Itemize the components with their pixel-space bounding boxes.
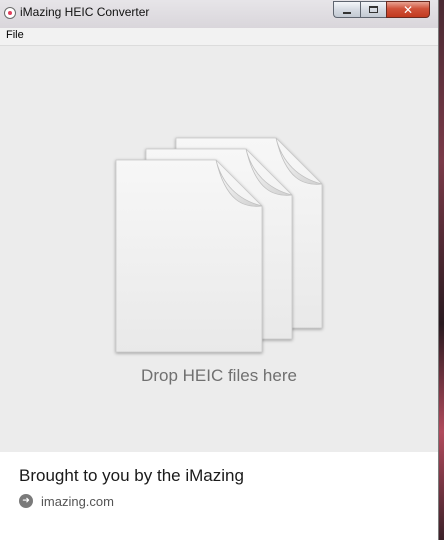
drop-zone[interactable]: Drop HEIC files here [0,46,438,452]
stacked-documents-icon [115,137,323,353]
app-window: iMazing HEIC Converter ✕ File Drop HEIC … [0,0,439,540]
imazing-link[interactable]: ➜ imazing.com [19,493,114,509]
title-bar[interactable]: iMazing HEIC Converter ✕ [0,0,438,28]
drop-instruction: Drop HEIC files here [141,366,297,385]
app-icon [4,7,16,19]
maximize-icon [369,6,378,13]
document-front-icon [115,159,263,353]
close-icon: ✕ [402,2,414,17]
menu-file[interactable]: File [6,29,24,41]
close-button[interactable]: ✕ [386,1,430,18]
imazing-link-text[interactable]: imazing.com [41,494,114,509]
footer-fade [270,462,390,492]
menu-bar: File [0,28,438,46]
window-controls: ✕ [333,1,430,19]
arrow-circle-icon: ➜ [19,494,33,508]
footer-banner: Brought to you by the iMazing ➜ imazing.… [0,452,438,540]
footer-title: Brought to you by the iMazing [19,466,244,485]
minimize-icon [343,11,351,14]
minimize-button[interactable] [333,1,360,18]
window-title: iMazing HEIC Converter [20,5,150,19]
maximize-button[interactable] [360,1,386,18]
